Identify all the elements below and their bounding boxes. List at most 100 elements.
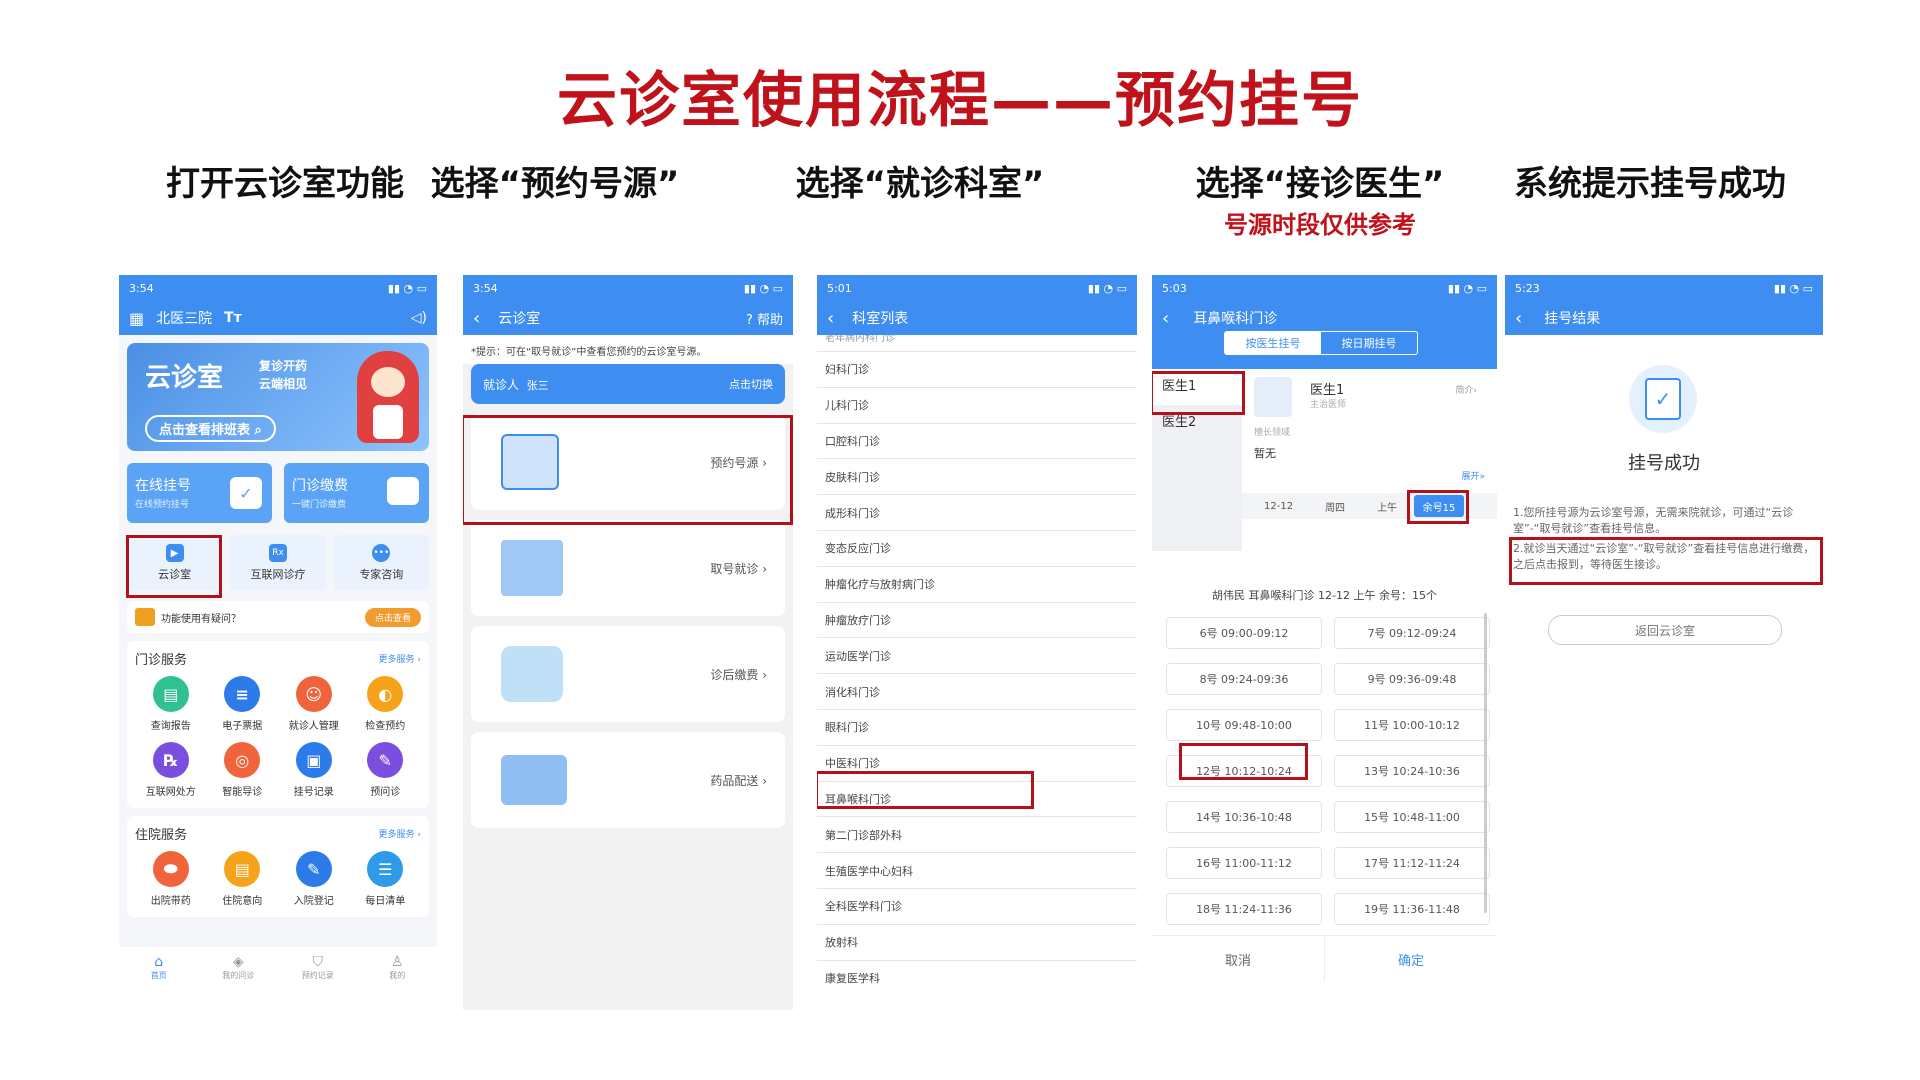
time-slot[interactable]: 17号 11:12-11:24 — [1334, 847, 1490, 879]
doctor-intro-link[interactable]: 简介› — [1455, 383, 1477, 396]
exam-icon: ◐ — [367, 676, 404, 712]
banner-schedule-label: 点击查看排班表 — [159, 423, 251, 438]
tab-my-consult[interactable]: ◈ 我的问诊 — [199, 947, 279, 987]
department-row[interactable]: 成形科门诊 — [817, 495, 1137, 531]
font-size-icon[interactable]: Tт — [224, 310, 242, 326]
help-bar[interactable]: 功能使用有疑问？ 点击查看 — [127, 601, 429, 633]
service-patient-manage[interactable]: ☺ 就诊人管理 — [278, 676, 350, 732]
department-row[interactable]: 康复医学科 — [817, 961, 1137, 987]
online-registration-card[interactable]: 在线挂号 在线预约挂号 ✓ — [127, 463, 272, 523]
banner-slogan-2: 云端相见 — [259, 377, 308, 391]
department-row[interactable]: 全科医学科门诊 — [817, 889, 1137, 925]
time-slot[interactable]: 15号 10:48-11:00 — [1334, 801, 1490, 833]
time-slot[interactable]: 13号 10:24-10:36 — [1334, 755, 1490, 787]
department-row[interactable]: 第二门诊部外科 — [817, 817, 1137, 854]
switch-patient-button[interactable]: 点击切换 — [729, 376, 773, 392]
department-row[interactable]: 生殖医学中心妇科 — [817, 853, 1137, 889]
department-row[interactable]: 肿瘤放疗门诊 — [817, 603, 1137, 639]
service-registration-record[interactable]: ▣ 挂号记录 — [278, 742, 350, 798]
time-slot[interactable]: 9号 09:36-09:48 — [1334, 663, 1490, 695]
time-slot[interactable]: 14号 10:36-10:48 — [1166, 801, 1322, 833]
slot-summary: 胡伟民 耳鼻喉科门诊 12-12 上午 余号：15个 — [1212, 589, 1437, 602]
back-icon[interactable]: ‹ — [473, 308, 480, 329]
hospital-location[interactable]: 北医三院 — [156, 308, 212, 328]
department-row[interactable]: 口腔科门诊 — [817, 424, 1137, 460]
help-link[interactable]: ? 帮助 — [746, 309, 783, 328]
menu-row-delivery[interactable]: 药品配送 › — [471, 732, 785, 828]
tab-by-doctor[interactable]: 按医生挂号 — [1225, 332, 1321, 354]
pen-icon: ✎ — [295, 851, 332, 887]
back-to-clinic-button[interactable]: 返回云诊室 — [1548, 615, 1782, 645]
user-icon: ☺ — [295, 676, 332, 712]
department-row[interactable]: 皮肤科门诊 — [817, 459, 1137, 496]
action-bar: 取消 确定 — [1152, 935, 1497, 982]
weekday: 周四 — [1325, 502, 1346, 514]
wallet-icon — [387, 477, 419, 505]
time-slot[interactable]: 6号 09:00-09:12 — [1166, 617, 1322, 649]
service-internet-rx[interactable]: ℞ 互联网处方 — [135, 742, 207, 798]
department-row[interactable]: 妇科门诊 — [817, 352, 1137, 388]
status-bar: 5:23 ▮▮ ◔ ▭ — [1505, 275, 1823, 301]
department-row[interactable]: 放射科 — [817, 925, 1137, 961]
banner[interactable]: 云诊室 复诊开药 云端相见 点击查看排班表 ⌕ — [127, 343, 429, 451]
quick-internet-diagnosis[interactable]: Rx 互联网诊疗 — [230, 535, 326, 591]
time-slot[interactable]: 16号 11:00-11:12 — [1166, 847, 1322, 879]
service-query-report[interactable]: ▤ 查询报告 — [135, 676, 207, 732]
department-row[interactable]: 变态反应门诊 — [817, 531, 1137, 567]
speaker-icon[interactable]: ◁) — [411, 310, 427, 326]
expand-link[interactable]: 展开» — [1461, 469, 1485, 482]
service-admission-intent[interactable]: ▤ 住院意向 — [207, 851, 279, 907]
service-admission-register[interactable]: ✎ 入院登记 — [278, 851, 350, 907]
time-slot[interactable]: 8号 09:24-09:36 — [1166, 663, 1322, 695]
tab-by-date[interactable]: 按日期挂号 — [1321, 332, 1417, 354]
service-label: 每日清单 — [365, 896, 406, 907]
qr-icon[interactable]: ▦ — [129, 309, 144, 328]
department-row[interactable]: 消化科门诊 — [817, 674, 1137, 710]
back-icon[interactable]: ‹ — [1162, 308, 1169, 329]
help-button[interactable]: 点击查看 — [364, 607, 421, 627]
patient-bar[interactable]: 就诊人 张三 点击切换 — [471, 364, 785, 404]
menu-row-checkin[interactable]: 取号就诊 › — [471, 520, 785, 616]
service-discharge-meds[interactable]: ⬬ 出院带药 — [135, 851, 207, 907]
time-slot[interactable]: 7号 09:12-09:24 — [1334, 617, 1490, 649]
status-icons: ▮▮ ◔ ▭ — [387, 281, 427, 295]
service-e-invoice[interactable]: ≡ 电子票据 — [207, 676, 279, 732]
dept-partial-row[interactable]: 老年病内科门诊 — [817, 335, 1137, 352]
tab-appointments[interactable]: ⛉ 预约记录 — [278, 947, 358, 987]
banner-title: 云诊室 — [145, 363, 224, 393]
phone-3-department-list: 5:01 ▮▮ ◔ ▭ ‹ 科室列表 老年病内科门诊 妇科门诊 儿科门诊 口腔科门诊皮… — [817, 275, 1137, 987]
time-slot[interactable]: 10号 09:48-10:00 — [1166, 709, 1322, 741]
department-row[interactable]: 儿科门诊 — [817, 388, 1137, 424]
time-slot[interactable]: 11号 10:00-10:12 — [1334, 709, 1490, 741]
outpatient-payment-card[interactable]: 门诊缴费 一键门诊缴费 — [284, 463, 429, 523]
cancel-button[interactable]: 取消 — [1152, 936, 1325, 982]
help-text: 功能使用有疑问？ — [161, 613, 241, 625]
time-slot[interactable]: 19号 11:36-11:48 — [1334, 893, 1490, 925]
department-row[interactable]: 眼科门诊 — [817, 710, 1137, 746]
service-smart-guide[interactable]: ◎ 智能导诊 — [207, 742, 279, 798]
service-daily-bill[interactable]: ☰ 每日清单 — [350, 851, 422, 907]
highlight-doctor-1 — [1152, 371, 1245, 415]
department-row[interactable]: 肿瘤化疗与放射病门诊 — [817, 567, 1137, 603]
more-services-link[interactable]: 更多服务 › — [379, 652, 421, 665]
bottom-tab-bar: ⌂ 首页 ◈ 我的问诊 ⛉ 预约记录 ♙ 我的 — [119, 947, 437, 987]
time-slot[interactable]: 18号 11:24-11:36 — [1166, 893, 1322, 925]
back-icon[interactable]: ‹ — [827, 308, 834, 329]
banner-schedule-button[interactable]: 点击查看排班表 ⌕ — [145, 415, 276, 442]
tab-me[interactable]: ♙ 我的 — [358, 947, 438, 987]
quick-expert-consult[interactable]: ••• 专家咨询 — [333, 535, 429, 591]
more-services-link[interactable]: 更多服务 › — [379, 827, 421, 840]
confirm-button[interactable]: 确定 — [1325, 936, 1497, 982]
department-row[interactable]: 运动医学门诊 — [817, 638, 1137, 675]
status-time: 3:54 — [473, 281, 498, 295]
service-exam-booking[interactable]: ◐ 检查预约 — [350, 676, 422, 732]
tab-home[interactable]: ⌂ 首页 — [119, 947, 199, 987]
period: 上午 — [1377, 502, 1398, 514]
note-icon: ✎ — [367, 742, 404, 778]
nav-bar: ‹ 挂号结果 — [1505, 301, 1823, 335]
service-pre-consult[interactable]: ✎ 预问诊 — [350, 742, 422, 798]
search-icon: ⌕ — [254, 423, 262, 438]
menu-row-payment[interactable]: 诊后缴费 › — [471, 626, 785, 722]
back-icon[interactable]: ‹ — [1515, 308, 1522, 329]
home-icon: ⌂ — [154, 953, 164, 970]
